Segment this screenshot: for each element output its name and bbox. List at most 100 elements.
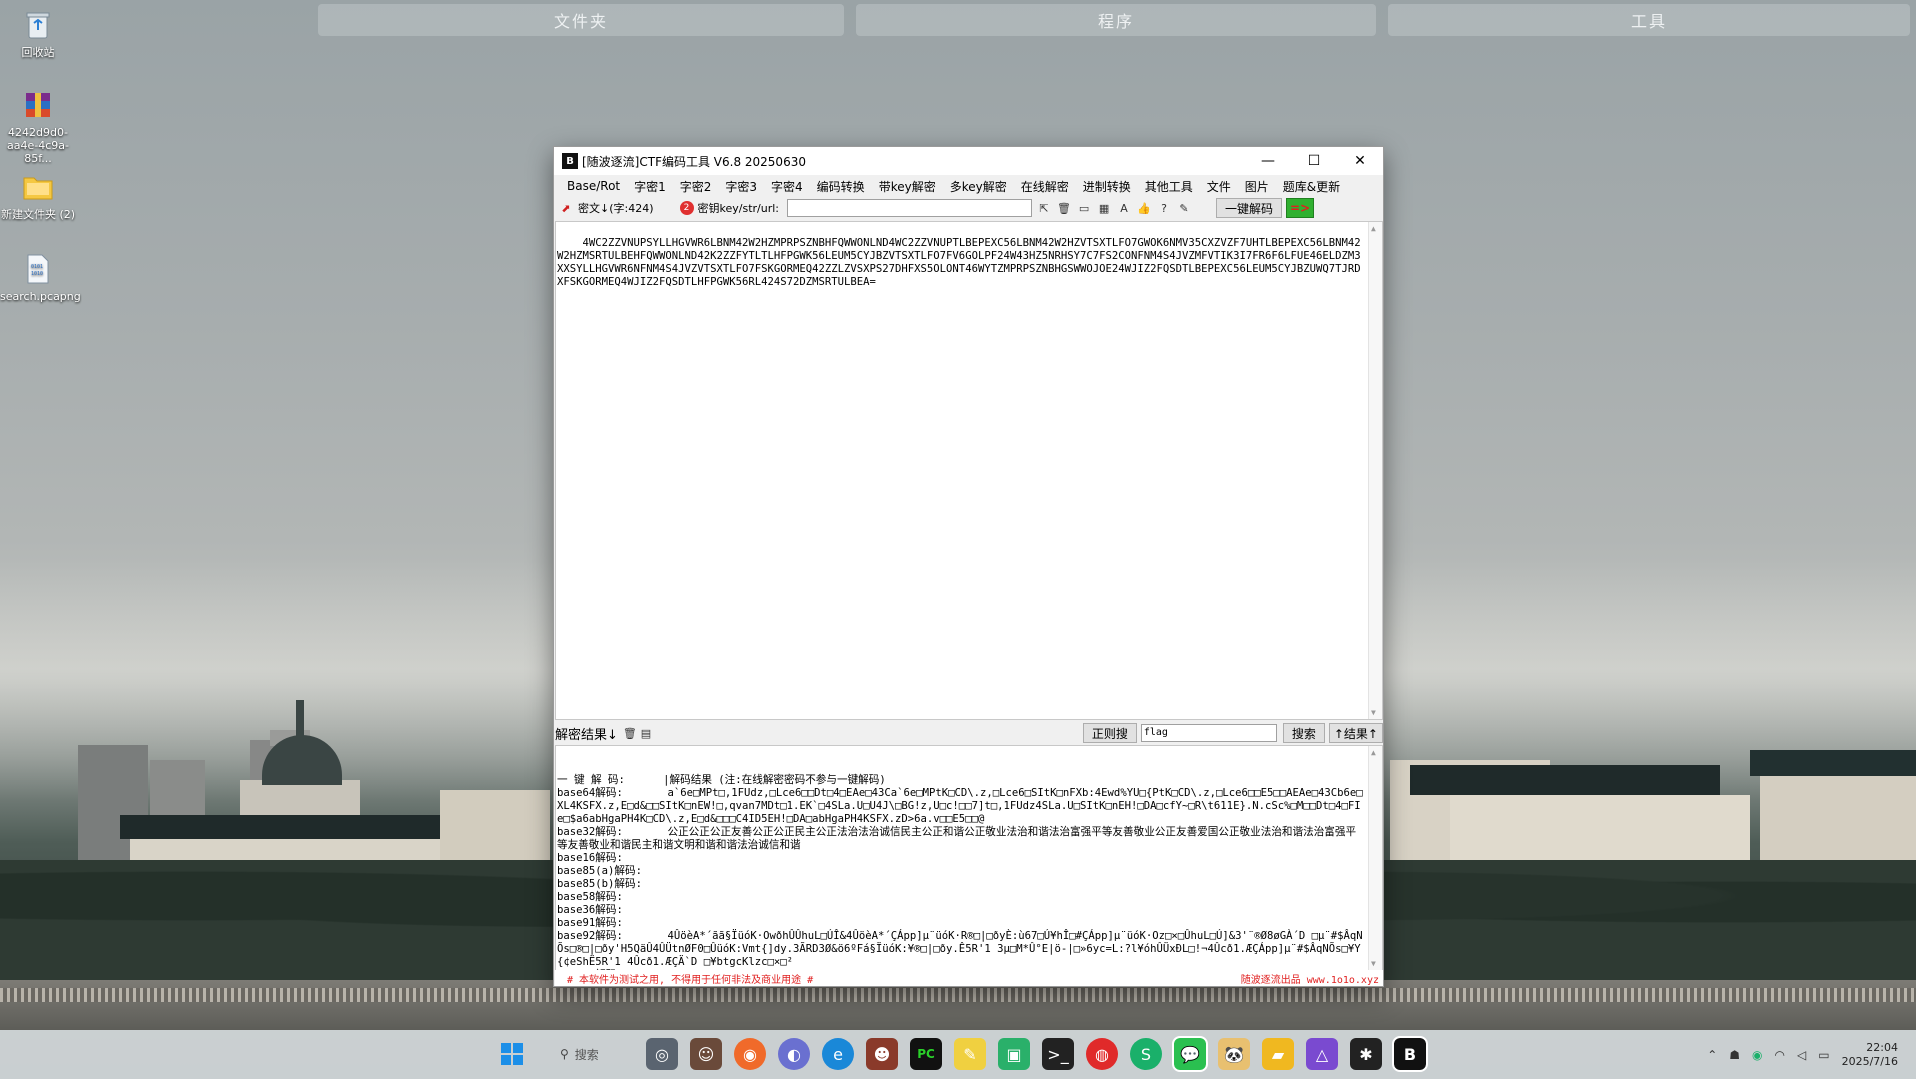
menu-zimi3[interactable]: 字密3 xyxy=(718,178,764,195)
app-logo-icon: B xyxy=(562,153,578,169)
desktop-icon-new-folder[interactable]: 新建文件夹 (2) xyxy=(0,170,76,221)
svg-text:0101: 0101 xyxy=(31,264,43,270)
cursor-icon[interactable]: ⇱ xyxy=(1036,200,1052,216)
window-icon[interactable]: ▭ xyxy=(1076,200,1092,216)
help-icon[interactable]: ? xyxy=(1156,200,1172,216)
filter-input[interactable]: flag xyxy=(1140,724,1277,742)
edge-icon[interactable]: e xyxy=(822,1038,854,1070)
result-line: base36解码: xyxy=(557,904,623,916)
menu-zimi2[interactable]: 字密2 xyxy=(673,178,719,195)
menu-online-decrypt[interactable]: 在线解密 xyxy=(1014,178,1076,195)
desktop-icon-label: 新建文件夹 (2) xyxy=(0,208,76,221)
clock[interactable]: 22:04 2025/7/16 xyxy=(1842,1041,1898,1069)
menu-encoding[interactable]: 编码转换 xyxy=(810,178,872,195)
menu-key-decrypt[interactable]: 带key解密 xyxy=(872,178,943,195)
green-app-icon[interactable]: ▣ xyxy=(998,1038,1030,1070)
regex-search-button[interactable]: 正则搜 xyxy=(1082,723,1137,743)
start-button[interactable] xyxy=(496,1038,528,1070)
chevron-up-icon[interactable]: ⌃ xyxy=(1707,1048,1717,1062)
animal-app-icon[interactable]: 🐼 xyxy=(1218,1038,1250,1070)
sparkle-app-icon[interactable]: ✱ xyxy=(1350,1038,1382,1070)
clock-time: 22:04 xyxy=(1866,1040,1898,1054)
desktop-icon-label: 回收站 xyxy=(21,46,55,59)
app-avatar2-icon[interactable]: ☻ xyxy=(866,1038,898,1070)
go-button[interactable]: => xyxy=(1286,198,1315,218)
result-up-button[interactable]: ↑结果↑ xyxy=(1328,723,1383,743)
tray-green-icon[interactable]: ◉ xyxy=(1752,1048,1762,1062)
purple-app-icon[interactable]: △ xyxy=(1306,1038,1338,1070)
right-roof xyxy=(1410,765,1720,795)
browser-icon[interactable]: ◐ xyxy=(778,1038,810,1070)
cipher-text: 4WC2ZZVNUPSYLLHGVWR6LBNM42W2HZMPRPSZNBHF… xyxy=(557,237,1361,288)
green-circle-icon[interactable]: S xyxy=(1130,1038,1162,1070)
battery-icon[interactable]: ▭ xyxy=(1818,1048,1829,1062)
fence-folders[interactable]: 文件夹 xyxy=(318,4,844,36)
edit-icon[interactable]: ✎ xyxy=(1176,200,1192,216)
result-line: base58解码: xyxy=(557,891,623,903)
tray-app-icon[interactable]: ☗ xyxy=(1729,1048,1740,1062)
clock-date: 2025/7/16 xyxy=(1841,1054,1898,1068)
wifi-icon[interactable]: ◠ xyxy=(1775,1048,1785,1062)
notes-icon[interactable]: ✎ xyxy=(954,1038,986,1070)
minimize-icon[interactable]: — xyxy=(1245,147,1291,175)
key-input[interactable] xyxy=(787,199,1033,217)
close-icon[interactable]: ✕ xyxy=(1337,147,1383,175)
footer-bar: # 本软件为测试之用, 不得用于任何非法及商业用途 # 随波逐流出品 www.1… xyxy=(555,970,1383,986)
import-icon[interactable]: ⬈ xyxy=(558,200,574,216)
menu-image[interactable]: 图片 xyxy=(1238,178,1276,195)
taskbar: ⚲ 搜索 ◎ ☺ ◉ ◐ e ☻ PC ✎ ▣ >_ ◍ S 💬 🐼 ▰ △ ✱… xyxy=(0,1030,1916,1079)
taskbar-search[interactable]: ⚲ 搜索 xyxy=(560,1038,630,1070)
menu-file[interactable]: 文件 xyxy=(1200,178,1238,195)
trash-icon[interactable]: 🗑 xyxy=(1056,200,1072,216)
table-icon[interactable]: ▦ xyxy=(1096,200,1112,216)
decode-result-textarea[interactable]: 一 键 解 码: |解码结果 (注:在线解密密码不参与一键解码) base64解码… xyxy=(555,745,1383,971)
taskview-icon[interactable]: ◎ xyxy=(646,1038,678,1070)
recycle-bin-icon xyxy=(21,8,55,42)
clear-result-icon[interactable]: 🗑 xyxy=(622,725,638,741)
menu-base-convert[interactable]: 进制转换 xyxy=(1076,178,1138,195)
maximize-icon[interactable]: ☐ xyxy=(1291,147,1337,175)
result-line: base16解码: xyxy=(557,852,623,864)
input-scrollbar[interactable] xyxy=(1368,222,1382,719)
font-icon[interactable]: A xyxy=(1116,200,1132,216)
svg-text:1010: 1010 xyxy=(31,271,43,277)
menu-other-tools[interactable]: 其他工具 xyxy=(1138,178,1200,195)
window-title: [随波逐流]CTF编码工具 V6.8 20250630 xyxy=(582,154,806,169)
cipher-input-textarea[interactable]: 4WC2ZZVNUPSYLLHGVWR6LBNM42W2HZMPRPSZNBHF… xyxy=(555,221,1383,720)
one-click-decode-button[interactable]: 一键解码 xyxy=(1216,198,1283,218)
app-avatar-icon[interactable]: ☺ xyxy=(690,1038,722,1070)
netease-music-icon[interactable]: ◍ xyxy=(1086,1038,1118,1070)
window-controls: — ☐ ✕ xyxy=(1245,147,1383,175)
file-explorer-icon[interactable]: ▰ xyxy=(1262,1038,1294,1070)
fence-tools[interactable]: 工具 xyxy=(1388,4,1910,36)
menu-multikey-decrypt[interactable]: 多key解密 xyxy=(943,178,1014,195)
dome-spire xyxy=(296,700,304,738)
menu-zimi1[interactable]: 字密1 xyxy=(627,178,673,195)
thumbs-up-icon[interactable]: 👍 xyxy=(1136,200,1152,216)
firefox-icon[interactable]: ◉ xyxy=(734,1038,766,1070)
desktop-icon-pcapng[interactable]: 0101 1010 search.pcapng xyxy=(0,252,81,303)
cipher-label: 密文↓(字:424) xyxy=(578,202,654,215)
file-icon: 0101 1010 xyxy=(21,252,55,286)
desktop-icon-recycle-bin[interactable]: 回收站 xyxy=(0,8,76,59)
desktop-icon-label: 4242d9d0-aa4e-4c9a-85f... xyxy=(7,126,69,165)
menu-base-rot[interactable]: Base/Rot xyxy=(560,179,627,193)
key-label: 密钥key/str/url: xyxy=(697,202,780,215)
ctf-tool-taskbar-icon[interactable]: B xyxy=(1392,1036,1428,1072)
title-bar[interactable]: B [随波逐流]CTF编码工具 V6.8 20250630 — ☐ ✕ xyxy=(554,147,1383,175)
copy-result-icon[interactable]: ▤ xyxy=(638,725,654,741)
result-scrollbar[interactable] xyxy=(1368,746,1382,970)
menu-bank-update[interactable]: 题库&更新 xyxy=(1276,178,1347,195)
search-label: 搜索 xyxy=(574,1047,599,1062)
ctf-tool-window: B [随波逐流]CTF编码工具 V6.8 20250630 — ☐ ✕ Base… xyxy=(553,146,1384,987)
footer-credit[interactable]: 随波逐流出品 www.1o1o.xyz xyxy=(1241,971,1383,986)
terminal-icon[interactable]: >_ xyxy=(1042,1038,1074,1070)
result-label: 解密结果↓ xyxy=(555,727,618,743)
search-button[interactable]: 搜索 xyxy=(1282,723,1325,743)
desktop-icon-archive[interactable]: 4242d9d0-aa4e-4c9a-85f... xyxy=(0,88,76,165)
fence-programs[interactable]: 程序 xyxy=(856,4,1376,36)
pycharm-icon[interactable]: PC xyxy=(910,1038,942,1070)
wechat-icon[interactable]: 💬 xyxy=(1172,1036,1208,1072)
menu-zimi4[interactable]: 字密4 xyxy=(764,178,810,195)
volume-icon[interactable]: ◁ xyxy=(1797,1048,1806,1062)
